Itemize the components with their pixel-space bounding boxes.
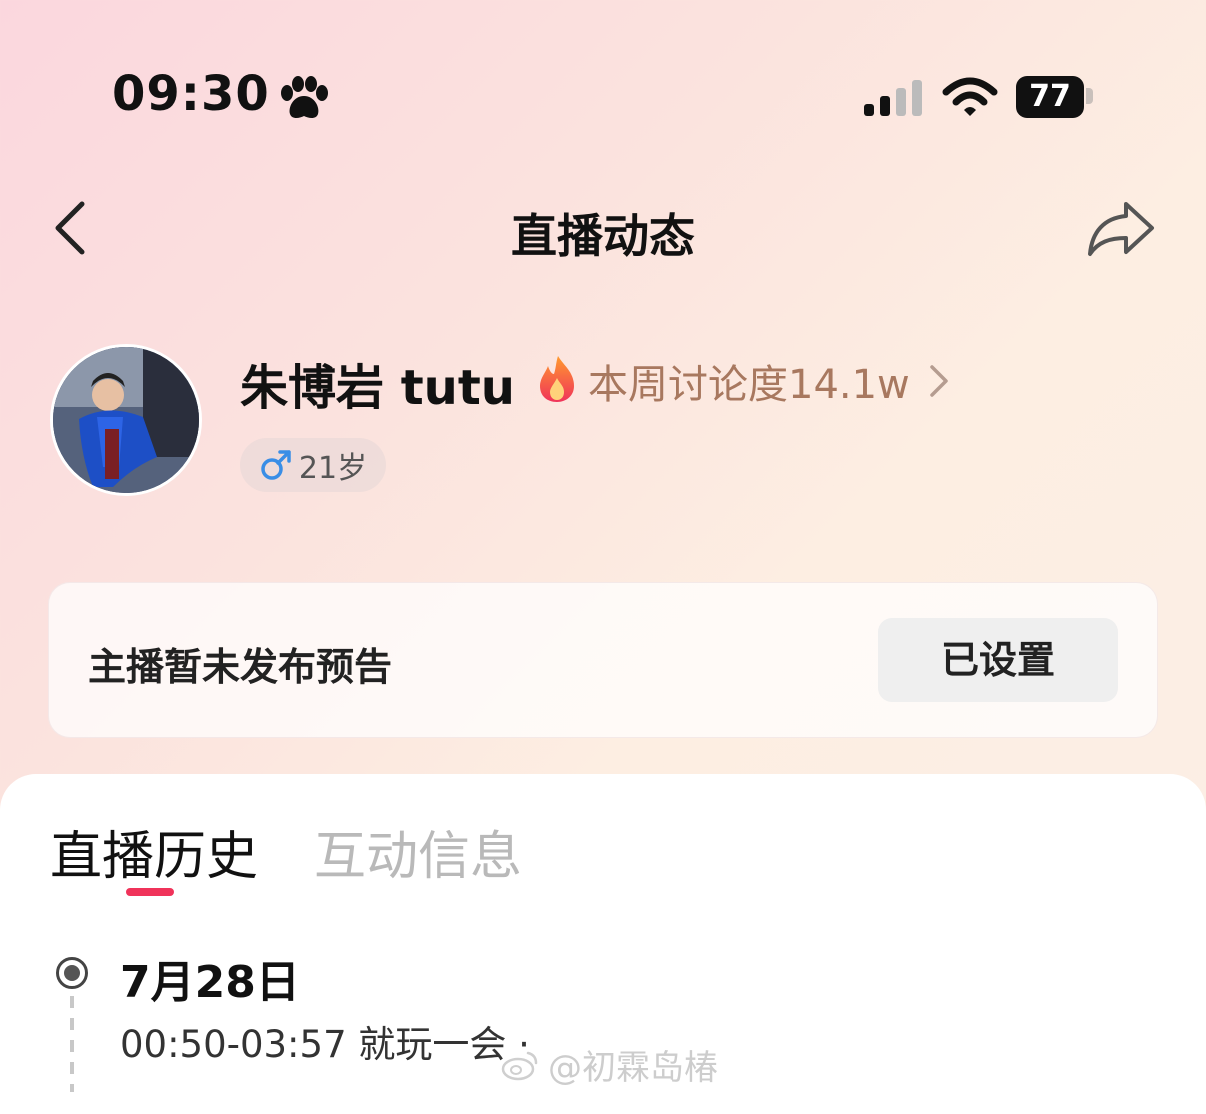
- avatar[interactable]: [50, 344, 202, 496]
- male-icon: [261, 450, 291, 480]
- streamer-name: 朱博岩 tutu: [240, 360, 515, 416]
- gender-age-badge: 21岁: [240, 438, 386, 492]
- flame-icon: [540, 356, 574, 402]
- paw-icon: [281, 76, 328, 118]
- age-label: 21岁: [298, 451, 368, 486]
- watermark: @初霖岛椿: [500, 1040, 718, 1089]
- timeline-dot-center: [64, 965, 80, 981]
- history-date: 7月28日: [120, 957, 300, 1008]
- tab-live-history[interactable]: 直播历史: [50, 814, 258, 889]
- signal-icon: [864, 80, 922, 116]
- heat-label: 本周讨论度14.1w: [588, 362, 910, 408]
- battery-tip: [1086, 88, 1093, 104]
- history-record[interactable]: 00:50-03:57 就玩一会 ·: [120, 1014, 530, 1068]
- status-time: 09:30: [112, 66, 270, 122]
- notice-text: 主播暂未发布预告: [88, 645, 393, 689]
- timeline-line: [70, 996, 74, 1092]
- watermark-text: @初霖岛椿: [548, 1048, 718, 1088]
- discussion-heat-link[interactable]: 本周讨论度14.1w: [588, 352, 950, 410]
- active-tab-indicator: [126, 888, 174, 896]
- reminder-set-button[interactable]: 已设置: [878, 618, 1118, 702]
- avatar-photo: [53, 347, 199, 493]
- tab-interaction-info[interactable]: 互动信息: [314, 814, 522, 889]
- wifi-icon: [942, 77, 998, 116]
- battery-indicator: 77: [1016, 76, 1084, 118]
- weibo-logo-icon: [501, 1051, 538, 1080]
- chevron-right-icon: [930, 365, 948, 397]
- share-arrow-icon[interactable]: [1086, 198, 1158, 258]
- page-title: 直播动态: [511, 209, 695, 263]
